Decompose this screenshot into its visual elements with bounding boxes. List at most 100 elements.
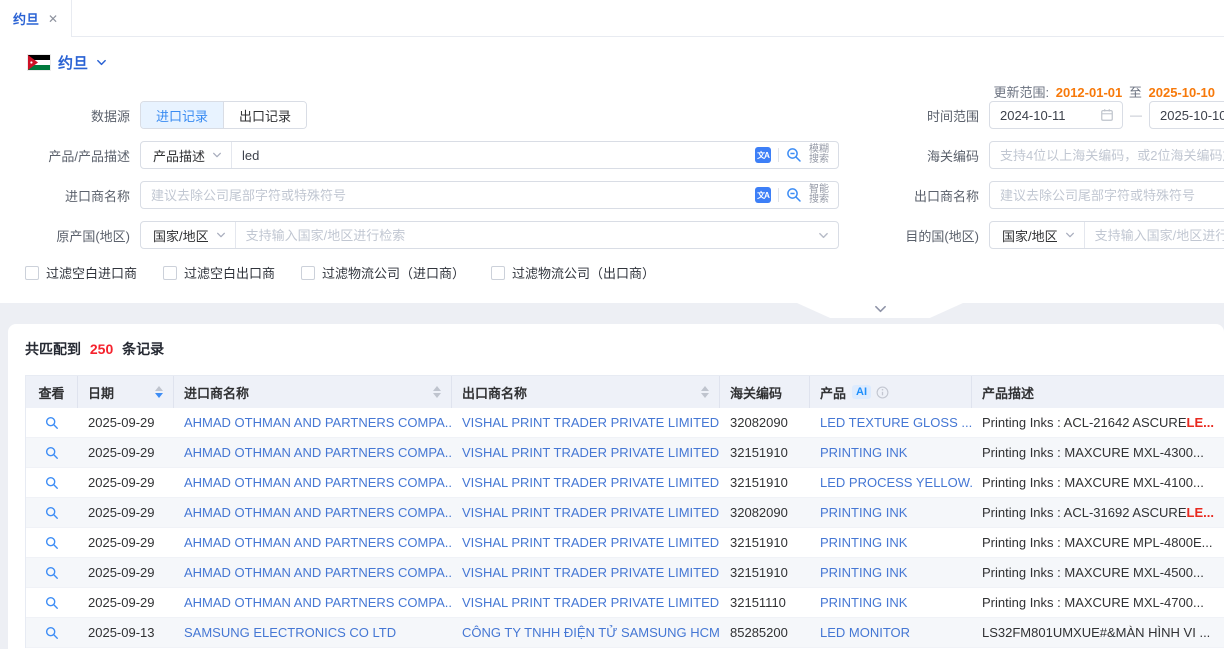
- checkbox-icon[interactable]: [25, 266, 39, 280]
- product-search-field: 产品描述 文A 模糊: [140, 141, 839, 169]
- update-range-from: 2012-01-01: [1056, 85, 1123, 100]
- chevron-down-icon: [874, 305, 887, 314]
- importer-link[interactable]: AHMAD OTHMAN AND PARTNERS COMPA...: [174, 588, 452, 617]
- view-record-icon[interactable]: [45, 566, 59, 580]
- hs-code-label: 海关编码: [839, 146, 989, 165]
- importer-link[interactable]: AHMAD OTHMAN AND PARTNERS COMPA...: [174, 558, 452, 587]
- destination-country-select[interactable]: 国家/地区: [990, 222, 1085, 248]
- product-link[interactable]: PRINTING INK: [810, 498, 972, 527]
- filter-checkbox-3[interactable]: 过滤物流公司（出口商）: [491, 263, 655, 282]
- column-header-7: 产品描述: [972, 376, 1224, 408]
- checkbox-label: 过滤空白进口商: [46, 263, 137, 282]
- column-header-2[interactable]: 日期: [78, 376, 174, 408]
- table-row: 2025-09-13SAMSUNG ELECTRONICS CO LTDCÔNG…: [26, 618, 1224, 648]
- importer-link[interactable]: AHMAD OTHMAN AND PARTNERS COMPA...: [174, 528, 452, 557]
- tab-jordan[interactable]: 约旦 ✕: [0, 0, 72, 37]
- table-header: 查看日期进口商名称出口商名称海关编码产品AI产品描述: [26, 376, 1224, 408]
- product-link[interactable]: PRINTING INK: [810, 558, 972, 587]
- date-to-input[interactable]: [1150, 102, 1224, 128]
- data-source-label: 数据源: [0, 106, 140, 125]
- importer-link[interactable]: AHMAD OTHMAN AND PARTNERS COMPA...: [174, 498, 452, 527]
- column-header-4[interactable]: 出口商名称: [452, 376, 720, 408]
- data-source-toggle: 进口记录 出口记录: [140, 101, 307, 129]
- filter-checkbox-1[interactable]: 过滤空白出口商: [163, 263, 275, 282]
- date-from-input[interactable]: [990, 102, 1100, 128]
- table-row: 2025-09-29AHMAD OTHMAN AND PARTNERS COMP…: [26, 528, 1224, 558]
- importer-field: 文A 智能 搜索: [140, 181, 839, 209]
- view-record-icon[interactable]: [45, 416, 59, 430]
- product-search-input[interactable]: [232, 142, 755, 168]
- collapse-panel-button[interactable]: [797, 303, 963, 318]
- exporter-link[interactable]: VISHAL PRINT TRADER PRIVATE LIMITED: [452, 438, 720, 467]
- view-record-icon[interactable]: [45, 446, 59, 460]
- cell-date: 2025-09-29: [78, 468, 174, 497]
- cell-hs-code: 32151910: [720, 438, 810, 467]
- translate-icon[interactable]: 文A: [755, 147, 771, 163]
- origin-country-select[interactable]: 国家/地区: [141, 222, 236, 248]
- tab-close-icon[interactable]: ✕: [48, 12, 58, 26]
- cell-date: 2025-09-29: [78, 558, 174, 587]
- exporter-link[interactable]: VISHAL PRINT TRADER PRIVATE LIMITED: [452, 588, 720, 617]
- view-record-icon[interactable]: [45, 506, 59, 520]
- product-link[interactable]: PRINTING INK: [810, 438, 972, 467]
- destination-country-input[interactable]: [1085, 222, 1224, 248]
- filter-checkboxes: 过滤空白进口商 过滤空白出口商 过滤物流公司（进口商） 过滤物流公司（出口商）: [25, 263, 1224, 282]
- fuzzy-search-button[interactable]: 模糊 搜索: [809, 145, 829, 165]
- origin-country-input[interactable]: [236, 222, 818, 248]
- exporter-link[interactable]: VISHAL PRINT TRADER PRIVATE LIMITED: [452, 558, 720, 587]
- info-icon[interactable]: [876, 386, 889, 399]
- sort-icon[interactable]: [147, 386, 163, 398]
- export-records-button[interactable]: 出口记录: [223, 102, 306, 128]
- checkbox-label: 过滤物流公司（进口商）: [322, 263, 465, 282]
- product-link[interactable]: LED TEXTURE GLOSS ...: [810, 408, 972, 437]
- view-record-icon[interactable]: [45, 596, 59, 610]
- cell-hs-code: 32151910: [720, 558, 810, 587]
- product-mode-select[interactable]: 产品描述: [141, 142, 232, 168]
- filter-checkbox-0[interactable]: 过滤空白进口商: [25, 263, 137, 282]
- fuzzy-search-icon[interactable]: [786, 147, 802, 163]
- sort-icon[interactable]: [693, 386, 709, 398]
- exporter-link[interactable]: VISHAL PRINT TRADER PRIVATE LIMITED: [452, 498, 720, 527]
- country-name: 约旦: [58, 52, 88, 73]
- origin-country-field: 国家/地区: [140, 221, 839, 249]
- product-link[interactable]: LED PROCESS YELLOW...: [810, 468, 972, 497]
- checkbox-icon[interactable]: [163, 266, 177, 280]
- hs-code-input[interactable]: [990, 142, 1224, 168]
- cell-product-description: Printing Inks : MAXCURE MXL-4700...: [972, 588, 1224, 617]
- chevron-down-icon[interactable]: [818, 230, 838, 241]
- chevron-down-icon: [96, 57, 107, 68]
- hs-code-field: [989, 141, 1224, 169]
- sort-icon[interactable]: [425, 386, 441, 398]
- checkbox-icon[interactable]: [301, 266, 315, 280]
- cell-product-description: Printing Inks : MAXCURE MXL-4500...: [972, 558, 1224, 587]
- smart-search-button[interactable]: 智能 搜索: [809, 185, 829, 205]
- product-link[interactable]: PRINTING INK: [810, 588, 972, 617]
- product-link[interactable]: LED MONITOR: [810, 618, 972, 647]
- importer-link[interactable]: AHMAD OTHMAN AND PARTNERS COMPA...: [174, 438, 452, 467]
- view-record-icon[interactable]: [45, 626, 59, 640]
- checkbox-icon[interactable]: [491, 266, 505, 280]
- exporter-link[interactable]: VISHAL PRINT TRADER PRIVATE LIMITED: [452, 408, 720, 437]
- cell-hs-code: 32151910: [720, 468, 810, 497]
- exporter-input[interactable]: [990, 182, 1224, 208]
- importer-input[interactable]: [141, 182, 755, 208]
- product-link[interactable]: PRINTING INK: [810, 528, 972, 557]
- country-selector[interactable]: 约旦: [28, 46, 1224, 78]
- exporter-link[interactable]: VISHAL PRINT TRADER PRIVATE LIMITED: [452, 528, 720, 557]
- importer-link[interactable]: AHMAD OTHMAN AND PARTNERS COMPA...: [174, 408, 452, 437]
- filter-checkbox-2[interactable]: 过滤物流公司（进口商）: [301, 263, 465, 282]
- translate-icon[interactable]: 文A: [755, 187, 771, 203]
- column-header-3[interactable]: 进口商名称: [174, 376, 452, 408]
- view-record-icon[interactable]: [45, 476, 59, 490]
- time-range-label: 时间范围: [839, 106, 989, 125]
- view-record-icon[interactable]: [45, 536, 59, 550]
- importer-link[interactable]: SAMSUNG ELECTRONICS CO LTD: [174, 618, 452, 647]
- exporter-link[interactable]: CÔNG TY TNHH ĐIỆN TỬ SAMSUNG HCMC...: [452, 618, 720, 647]
- smart-search-icon[interactable]: [786, 187, 802, 203]
- importer-link[interactable]: AHMAD OTHMAN AND PARTNERS COMPA...: [174, 468, 452, 497]
- calendar-icon[interactable]: [1100, 108, 1122, 122]
- import-records-button[interactable]: 进口记录: [141, 102, 223, 128]
- exporter-link[interactable]: VISHAL PRINT TRADER PRIVATE LIMITED: [452, 468, 720, 497]
- column-label: 进口商名称: [184, 383, 249, 402]
- column-label: 出口商名称: [462, 383, 527, 402]
